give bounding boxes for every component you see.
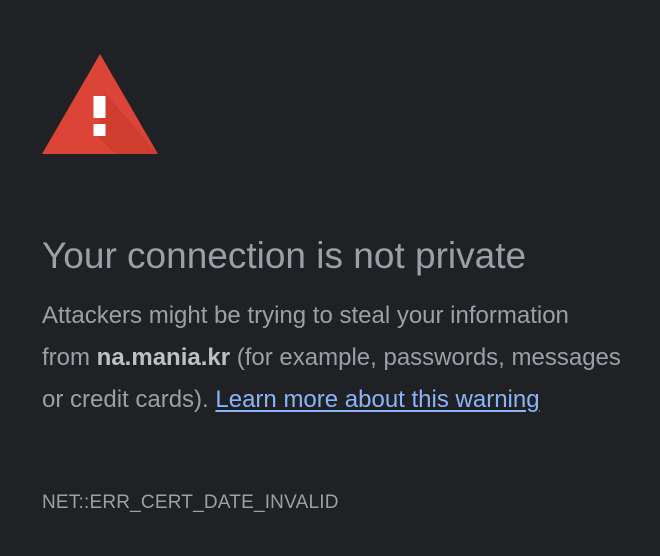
warning-description: Attackers might be trying to steal your … [42,295,622,421]
warning-triangle-icon [42,54,158,154]
error-code: NET::ERR_CERT_DATE_INVALID [42,492,339,513]
site-domain: na.mania.kr [96,344,231,371]
page-title: Your connection is not private [42,235,527,276]
interstitial-page: Your connection is not private Attackers… [0,0,660,556]
learn-more-link[interactable]: Learn more about this warning [215,386,539,413]
